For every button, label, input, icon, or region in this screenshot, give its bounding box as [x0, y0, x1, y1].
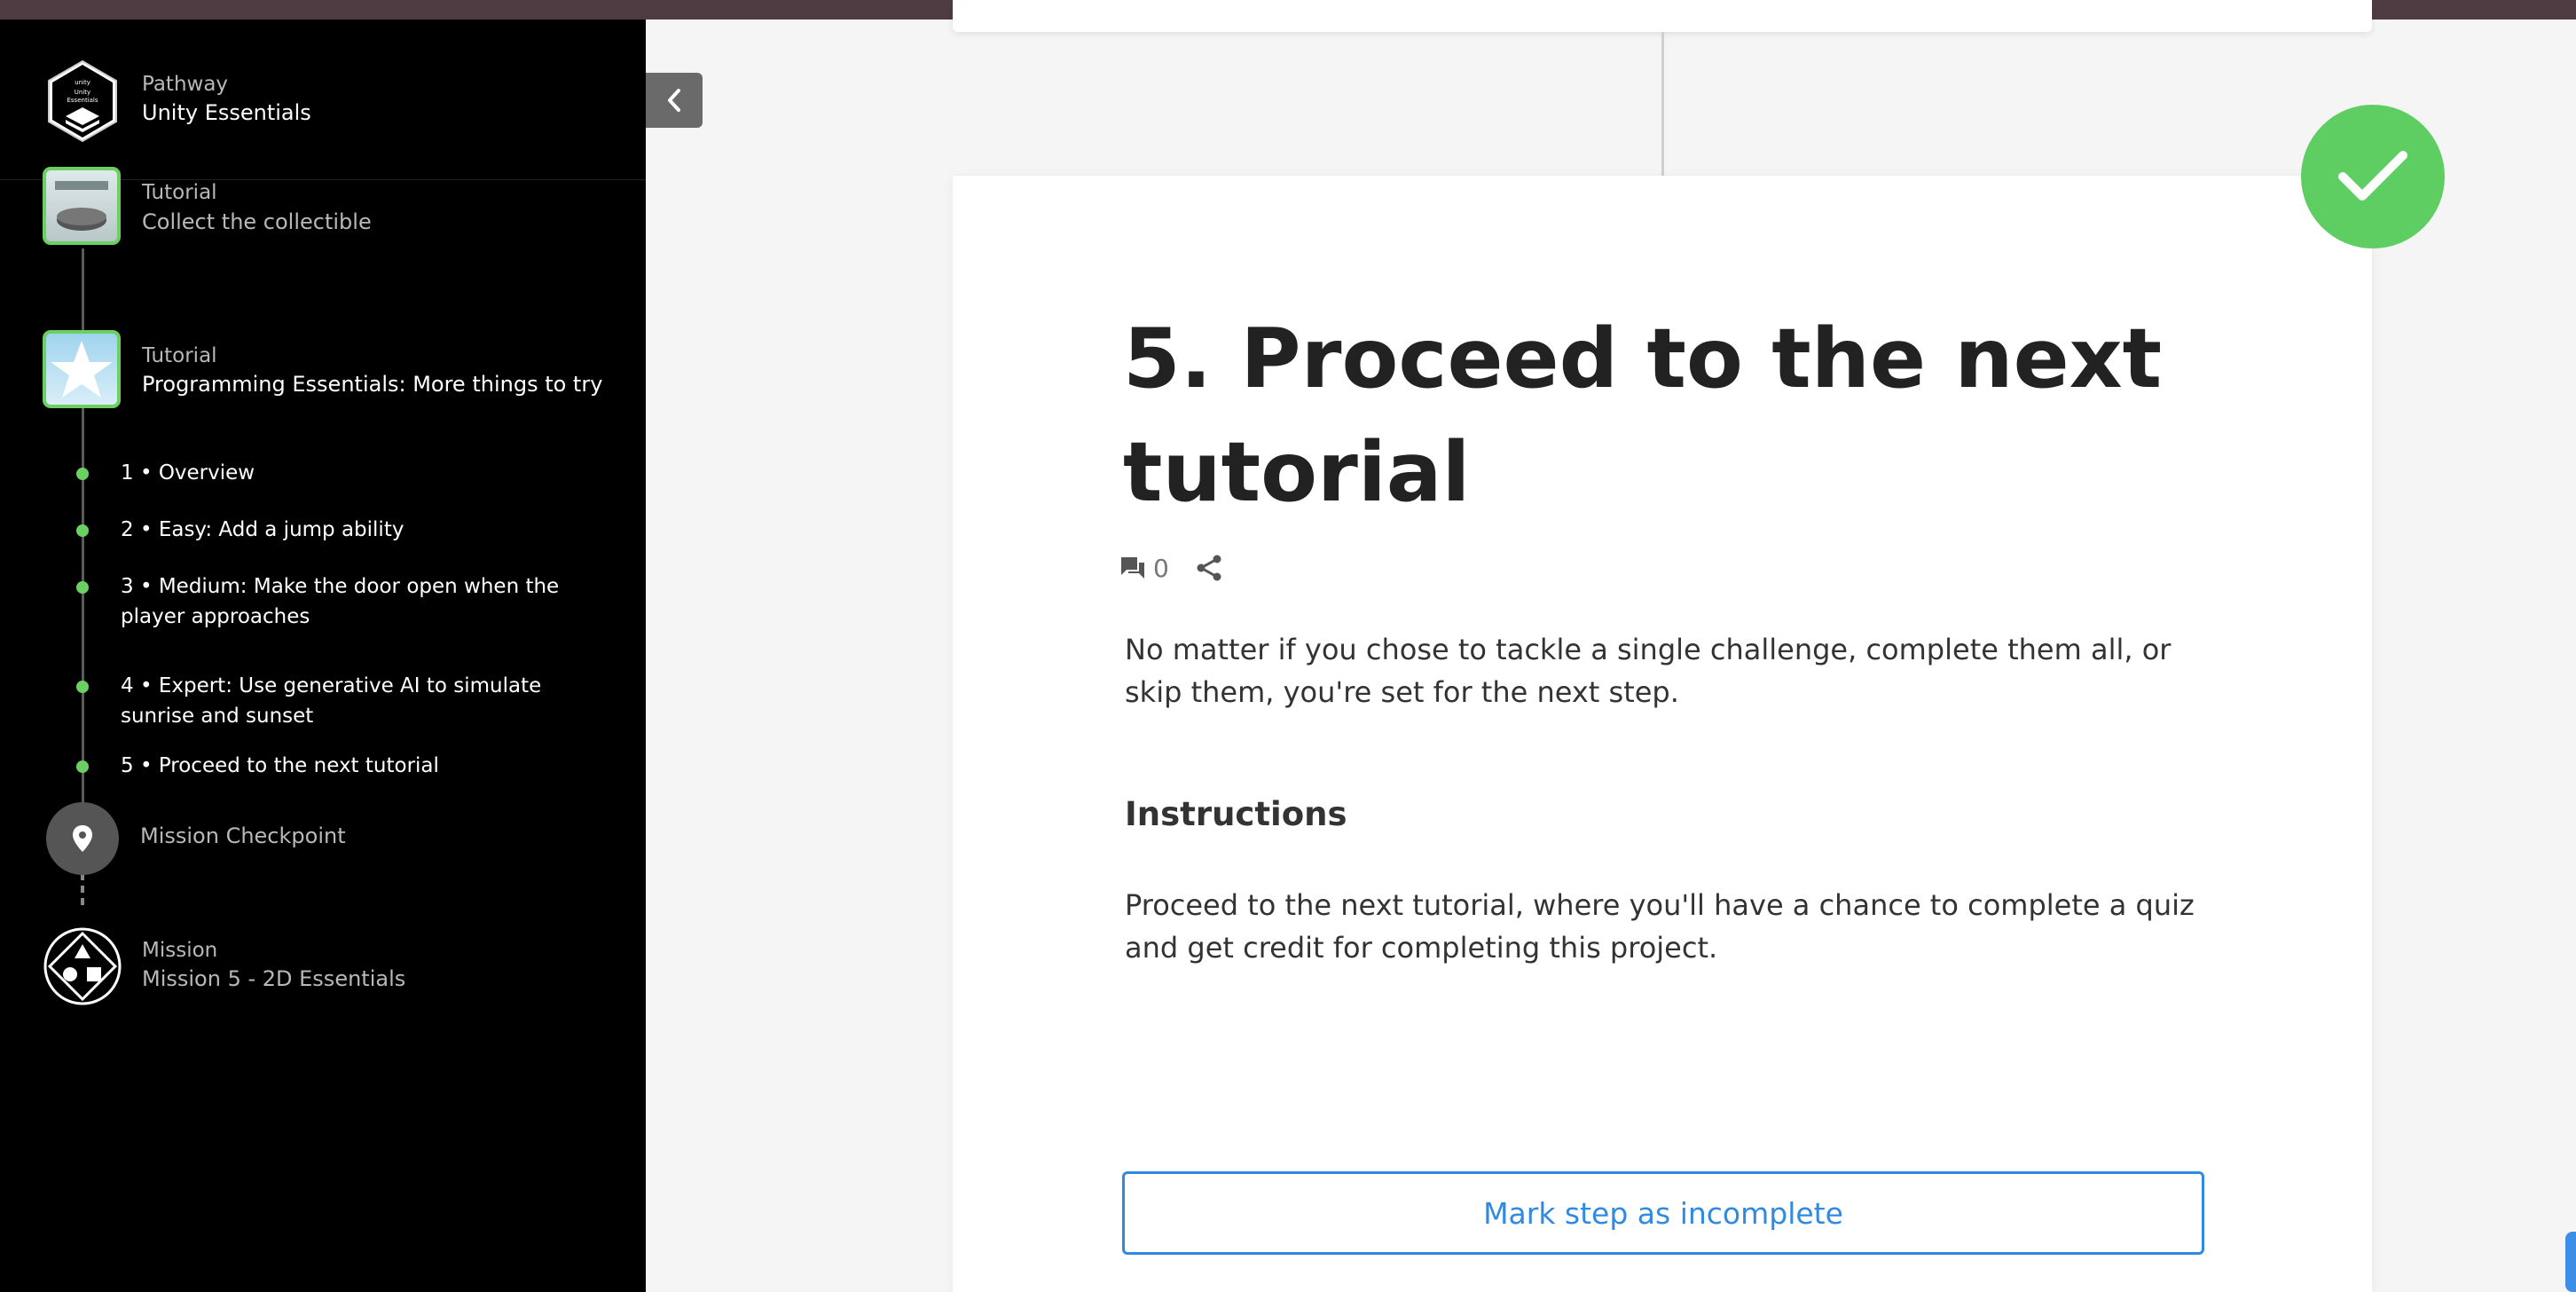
checkpoint-label[interactable]: Mission Checkpoint [140, 823, 346, 848]
previous-step-card [953, 0, 2372, 32]
comment-count[interactable]: 0 [1153, 554, 1169, 583]
step-dot [76, 524, 89, 537]
sidebar-step[interactable]: 1 • Overview [121, 458, 582, 488]
mission-shapes-icon[interactable] [43, 926, 122, 1006]
tutorial-title[interactable]: Programming Essentials: More things to t… [142, 372, 602, 397]
step-dot [76, 581, 89, 594]
pathway-kicker: Pathway [142, 73, 229, 96]
step-dot [76, 468, 89, 480]
tutorial-thumbnail[interactable] [43, 167, 121, 245]
step-intro-text: No matter if you chose to tackle a singl… [1125, 633, 2172, 709]
svg-text:Unity: Unity [75, 89, 90, 96]
sidebar-step-current[interactable]: 5 • Proceed to the next tutorial [121, 751, 582, 781]
mission-title[interactable]: Mission 5 - 2D Essentials [142, 966, 405, 991]
checkpoint-marker[interactable] [46, 802, 119, 875]
step-connector-line [1661, 32, 1664, 176]
comment-icon[interactable] [1119, 555, 1146, 580]
tutorial-kicker: Tutorial [142, 181, 217, 204]
instructions-heading: Instructions [1125, 795, 1347, 833]
tutorial-title[interactable]: Collect the collectible [142, 209, 372, 234]
instructions-text: Proceed to the next tutorial, where you'… [1125, 888, 2195, 965]
checkmark-icon [2338, 151, 2407, 201]
mission-kicker: Mission [142, 939, 218, 962]
tutorial-kicker: Tutorial [142, 344, 217, 367]
step-dot [76, 760, 89, 773]
tutorial-thumbnail[interactable] [43, 330, 121, 408]
mark-incomplete-button[interactable]: Mark step as incomplete [1122, 1171, 2204, 1255]
pathway-title[interactable]: Unity Essentials [142, 100, 311, 125]
track-line [82, 248, 84, 330]
step-title: 5. Proceed to the next tutorial [1123, 311, 2163, 520]
unity-pathway-badge-icon: unity Unity Essentials [48, 59, 117, 143]
step-meta-row: 0 [1119, 550, 1222, 586]
svg-text:Essentials: Essentials [67, 97, 98, 104]
step-dot [76, 681, 89, 693]
sidebar-step[interactable]: 2 • Easy: Add a jump ability [121, 515, 582, 545]
share-button[interactable] [1196, 554, 1222, 582]
sidebar-header: unity Unity Essentials Pathway Unity Ess… [0, 20, 646, 180]
map-pin-icon [73, 825, 92, 852]
svg-text:unity: unity [75, 79, 90, 86]
pathway-sidebar: unity Unity Essentials Pathway Unity Ess… [0, 20, 646, 1292]
sidebar-step[interactable]: 3 • Medium: Make the door open when the … [121, 571, 582, 632]
sidebar-step[interactable]: 4 • Expert: Use generative AI to simulat… [121, 671, 582, 731]
edge-feedback-tab[interactable] [2565, 1232, 2576, 1292]
share-icon [1197, 555, 1221, 581]
chevron-left-icon [668, 89, 680, 112]
collapse-sidebar-button[interactable] [646, 73, 703, 128]
step-complete-badge [2301, 105, 2445, 248]
